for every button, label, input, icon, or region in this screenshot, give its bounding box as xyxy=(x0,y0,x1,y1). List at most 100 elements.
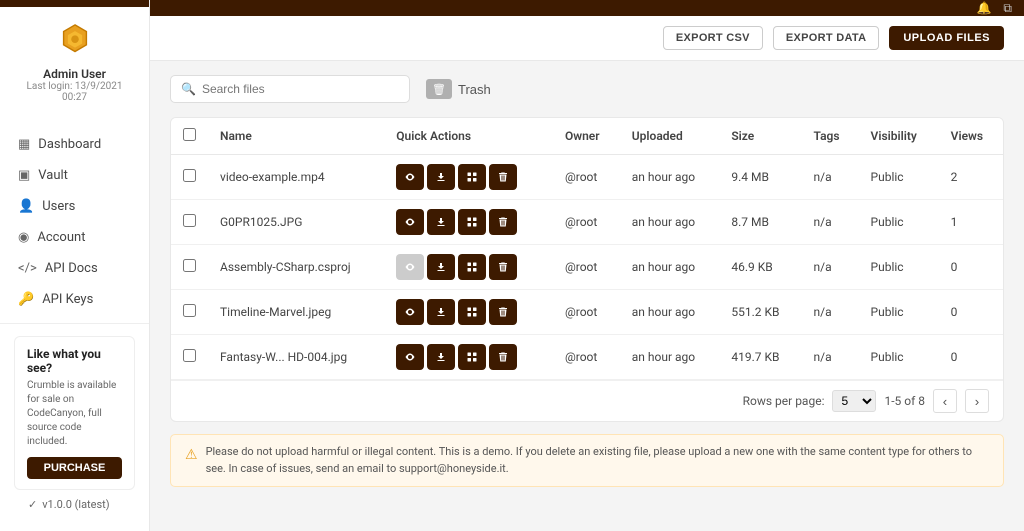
sidebar-item-dashboard[interactable]: ▦ Dashboard xyxy=(0,129,149,160)
row-checkbox[interactable] xyxy=(183,349,196,362)
cell-tags: n/a xyxy=(802,335,859,380)
header-checkbox-cell xyxy=(171,118,208,155)
api-docs-icon: </> xyxy=(18,261,37,276)
share-button[interactable] xyxy=(458,164,486,190)
share-button[interactable] xyxy=(458,299,486,325)
purchase-text: Crumble is available for sale on CodeCan… xyxy=(27,379,122,449)
header-uploaded: Uploaded xyxy=(620,118,720,155)
header-views: Views xyxy=(939,118,1003,155)
cell-views: 2 xyxy=(939,155,1003,200)
rows-per-page-select[interactable]: 5 10 25 50 xyxy=(832,390,876,412)
upload-files-button[interactable]: UPLOAD FILES xyxy=(889,26,1004,50)
account-icon: ◉ xyxy=(18,230,29,245)
warning-banner: ⚠ Please do not upload harmful or illega… xyxy=(170,434,1004,487)
row-checkbox[interactable] xyxy=(183,214,196,227)
preview-button[interactable] xyxy=(396,209,424,235)
delete-button[interactable] xyxy=(489,299,517,325)
sidebar-item-account[interactable]: ◉ Account xyxy=(0,222,149,253)
table-body: video-example.mp4@rootan hour ago9.4 MBn… xyxy=(171,155,1003,380)
purchase-box: Like what you see? Crumble is available … xyxy=(14,336,135,490)
table-row: Fantasy-W... HD-004.jpg@rootan hour ago4… xyxy=(171,335,1003,380)
cell-uploaded: an hour ago xyxy=(620,155,720,200)
files-table: Name Quick Actions Owner Uploaded Size T… xyxy=(171,118,1003,380)
delete-button[interactable] xyxy=(489,164,517,190)
cell-tags: n/a xyxy=(802,200,859,245)
cell-tags: n/a xyxy=(802,245,859,290)
search-icon: 🔍 xyxy=(181,82,196,96)
cell-owner: @root xyxy=(553,335,620,380)
download-button[interactable] xyxy=(427,254,455,280)
chart-icon: ▦ xyxy=(18,137,30,152)
search-trash-row: 🔍 🗑 Trash xyxy=(170,75,1004,103)
download-button[interactable] xyxy=(427,344,455,370)
row-checkbox[interactable] xyxy=(183,304,196,317)
header-owner: Owner xyxy=(553,118,620,155)
delete-button[interactable] xyxy=(489,209,517,235)
cell-views: 0 xyxy=(939,245,1003,290)
delete-button[interactable] xyxy=(489,254,517,280)
sidebar-topbar xyxy=(0,0,149,7)
search-input[interactable] xyxy=(202,82,399,96)
export-csv-button[interactable]: EXPORT CSV xyxy=(663,26,763,50)
share-button[interactable] xyxy=(458,344,486,370)
download-button[interactable] xyxy=(427,164,455,190)
app-logo-icon xyxy=(56,23,94,61)
sidebar: Admin User Last login: 13/9/2021 00:27 ▦… xyxy=(0,0,150,531)
sidebar-item-api-docs[interactable]: </> API Docs xyxy=(0,253,149,284)
table-row: Timeline-Marvel.jpeg@rootan hour ago551.… xyxy=(171,290,1003,335)
header-quick-actions: Quick Actions xyxy=(384,118,553,155)
download-button[interactable] xyxy=(427,209,455,235)
pagination-range: 1-5 of 8 xyxy=(884,394,925,408)
warning-icon: ⚠ xyxy=(185,445,198,466)
row-checkbox[interactable] xyxy=(183,259,196,272)
cell-views: 0 xyxy=(939,335,1003,380)
pagination-prev-button[interactable]: ‹ xyxy=(933,389,957,413)
quick-actions-cell xyxy=(384,335,553,380)
delete-button[interactable] xyxy=(489,344,517,370)
quick-actions-cell xyxy=(384,200,553,245)
table-header-row: Name Quick Actions Owner Uploaded Size T… xyxy=(171,118,1003,155)
share-button[interactable] xyxy=(458,209,486,235)
check-icon: ✓ xyxy=(28,498,37,511)
trash-button[interactable]: 🗑 Trash xyxy=(426,79,491,99)
sidebar-item-api-keys[interactable]: 🔑 API Keys xyxy=(0,284,149,315)
purchase-button[interactable]: PURCHASE xyxy=(27,457,122,479)
pagination-next-button[interactable]: › xyxy=(965,389,989,413)
preview-button[interactable] xyxy=(396,164,424,190)
cell-uploaded: an hour ago xyxy=(620,200,720,245)
cell-tags: n/a xyxy=(802,290,859,335)
api-keys-icon: 🔑 xyxy=(18,292,34,307)
search-box: 🔍 xyxy=(170,75,410,103)
quick-actions-cell xyxy=(384,245,553,290)
window-icon[interactable]: ⧉ xyxy=(1003,1,1012,16)
sidebar-nav: ▦ Dashboard ▣ Vault 👤 Users ◉ Account </… xyxy=(0,121,149,323)
header-size: Size xyxy=(719,118,801,155)
rows-per-page-label: Rows per page: xyxy=(743,394,825,408)
files-table-container: Name Quick Actions Owner Uploaded Size T… xyxy=(170,117,1004,422)
sidebar-logo-area: Admin User Last login: 13/9/2021 00:27 xyxy=(0,7,149,121)
cell-visibility: Public xyxy=(859,335,939,380)
sidebar-item-vault[interactable]: ▣ Vault xyxy=(0,160,149,191)
preview-button xyxy=(396,254,424,280)
bell-icon[interactable]: 🔔 xyxy=(976,1,991,15)
cell-views: 0 xyxy=(939,290,1003,335)
cell-uploaded: an hour ago xyxy=(620,335,720,380)
table-row: video-example.mp4@rootan hour ago9.4 MBn… xyxy=(171,155,1003,200)
row-checkbox[interactable] xyxy=(183,169,196,182)
toolbar: EXPORT CSV EXPORT DATA UPLOAD FILES xyxy=(150,16,1024,61)
cell-size: 551.2 KB xyxy=(719,290,801,335)
cell-owner: @root xyxy=(553,200,620,245)
users-icon: 👤 xyxy=(18,199,34,214)
cell-size: 9.4 MB xyxy=(719,155,801,200)
cell-owner: @root xyxy=(553,155,620,200)
file-name: G0PR1025.JPG xyxy=(208,200,384,245)
select-all-checkbox[interactable] xyxy=(183,128,196,141)
table-row: Assembly-CSharp.csproj@rootan hour ago46… xyxy=(171,245,1003,290)
export-data-button[interactable]: EXPORT DATA xyxy=(773,26,880,50)
sidebar-item-users[interactable]: 👤 Users xyxy=(0,191,149,222)
preview-button[interactable] xyxy=(396,299,424,325)
download-button[interactable] xyxy=(427,299,455,325)
cell-visibility: Public xyxy=(859,290,939,335)
share-button[interactable] xyxy=(458,254,486,280)
preview-button[interactable] xyxy=(396,344,424,370)
